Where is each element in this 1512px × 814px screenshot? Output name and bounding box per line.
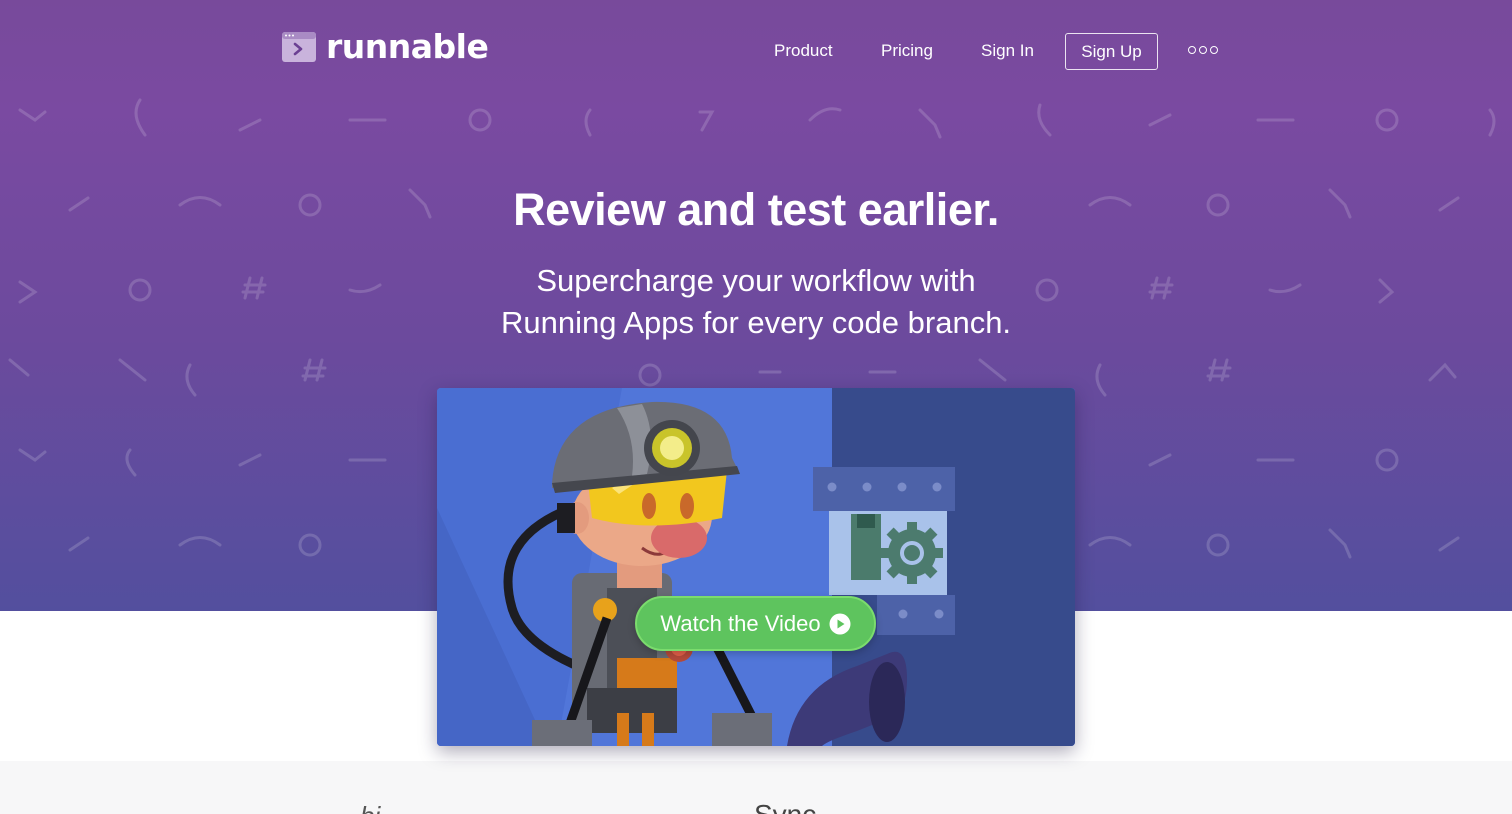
nav-links: Product Pricing Sign In Sign Up [0, 33, 1512, 71]
dot [1210, 46, 1218, 54]
top-nav: runnable Product Pricing Sign In Sign Up [0, 0, 1512, 104]
subhead-line-2: Running Apps for every code branch. [500, 305, 1012, 340]
nav-product[interactable]: Product [774, 41, 833, 61]
video-thumbnail[interactable]: Watch the Video [437, 388, 1075, 746]
play-circle-icon [829, 613, 851, 634]
nav-pricing[interactable]: Pricing [881, 41, 933, 61]
sign-up-button[interactable]: Sign Up [1065, 33, 1158, 70]
dot [1199, 46, 1207, 54]
nav-sign-in[interactable]: Sign In [981, 41, 1034, 61]
section-peek-left: bi... [360, 801, 402, 814]
page-subheadline: Supercharge your workflow with Running A… [0, 260, 1512, 344]
subhead-line-1: Supercharge your workflow with [536, 263, 976, 298]
miner-illustration [437, 388, 1075, 746]
dot [1188, 46, 1196, 54]
watch-video-button[interactable]: Watch the Video [635, 596, 876, 651]
more-dots-icon[interactable] [1188, 46, 1218, 54]
page-headline: Review and test earlier. [513, 184, 999, 235]
section-peek-right: Sync... [754, 799, 840, 814]
watch-video-label: Watch the Video [660, 610, 821, 636]
